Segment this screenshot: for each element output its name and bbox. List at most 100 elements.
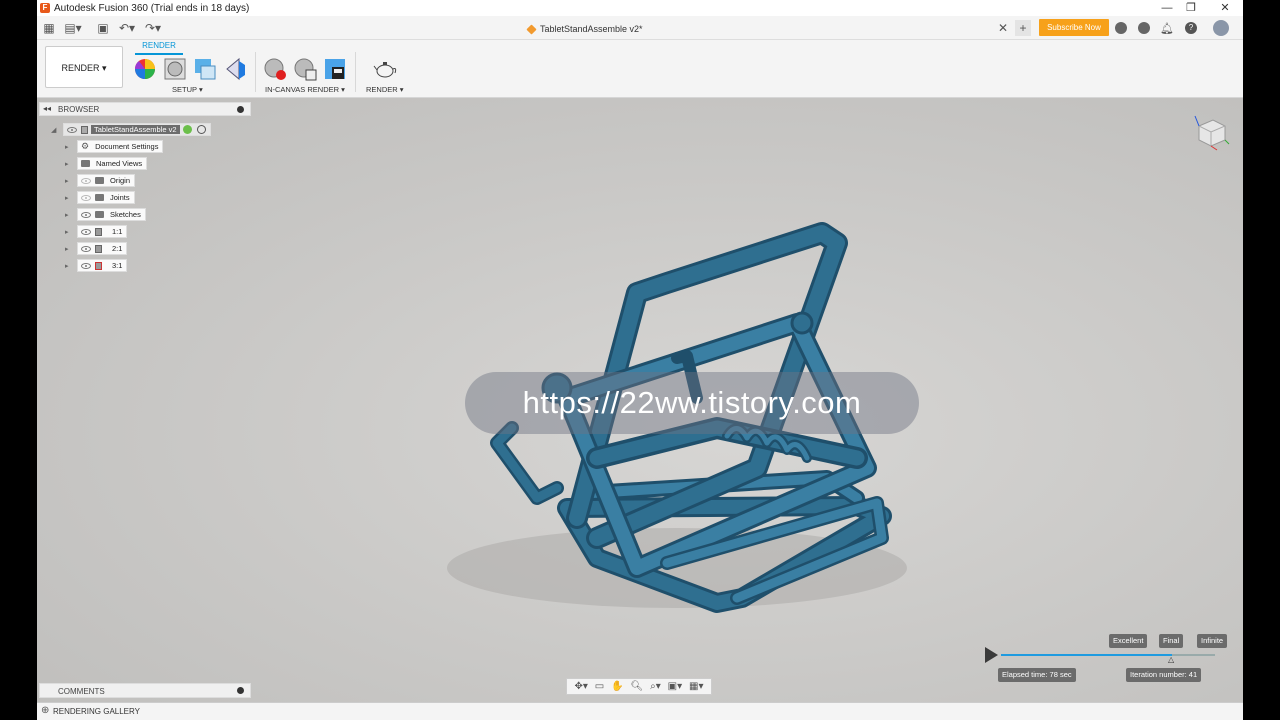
view-cube[interactable] [1191,112,1231,152]
folder-icon [95,211,104,218]
document-tab[interactable]: TabletStandAssemble v2* [526,20,643,38]
chevron-right-icon[interactable]: ▸ [65,211,75,219]
tree-node[interactable]: Joints [77,191,135,204]
collapse-browser-icon[interactable]: ◂◂ [43,104,51,113]
notifications-bell-icon[interactable]: 🔔︎ [1159,20,1175,36]
document-tab-title: TabletStandAssemble v2* [540,24,643,34]
undo-icon[interactable]: ↶▾ [119,20,135,36]
job-status-icon[interactable] [1138,22,1150,34]
browser-item-origin[interactable]: ▸ Origin [65,174,136,187]
browser-item-component-1[interactable]: ▸ 1:1 [65,225,128,238]
fusion-app-icon: F [40,3,50,13]
chevron-right-icon[interactable]: ▸ [65,160,75,168]
fit-zoom-icon[interactable]: ⌕▾ [650,681,661,692]
comments-panel-header[interactable]: COMMENTS [39,683,251,698]
browser-root-row[interactable]: ◢ TabletStandAssemble v2 [51,123,211,136]
display-settings-icon[interactable]: ▣▾ [668,681,682,692]
radio-active-icon[interactable] [196,125,206,134]
tree-node[interactable]: ⚙ Document Settings [77,140,164,153]
tree-label: 3:1 [112,261,123,270]
hidden-eye-icon[interactable] [81,194,91,201]
save-icon[interactable]: ▣ [95,20,111,36]
grid-settings-icon[interactable]: ▦▾ [689,681,703,692]
visibility-eye-icon[interactable] [81,228,91,235]
chevron-right-icon[interactable]: ▸ [65,262,75,270]
tree-node[interactable]: 2:1 [77,242,128,255]
browser-item-document-settings[interactable]: ▸ ⚙ Document Settings [65,140,164,153]
quality-infinite-marker[interactable]: Infinite [1197,634,1228,648]
application-bar: ▦ ▤▾ ▣ ↶▾ ↷▾ TabletStandAssemble v2* ✕ +… [37,16,1243,40]
user-avatar[interactable] [1213,20,1229,36]
chevron-right-icon[interactable]: ▸ [65,228,75,236]
visibility-eye-icon[interactable] [67,126,77,133]
browser-item-component-2[interactable]: ▸ 2:1 [65,242,128,255]
quality-excellent-marker[interactable]: Excellent [1109,634,1148,648]
help-icon[interactable]: ? [1185,22,1197,34]
tree-label: Sketches [110,210,141,219]
rendering-gallery-title: RENDERING GALLERY [53,707,140,716]
capture-image-icon[interactable] [323,57,347,81]
data-panel-grid-icon[interactable]: ▦ [41,20,57,36]
tree-node[interactable]: Sketches [77,208,146,221]
chevron-right-icon[interactable]: ▸ [65,245,75,253]
in-canvas-render-settings-icon[interactable] [293,57,317,81]
rendering-gallery-bar[interactable]: ⊕ RENDERING GALLERY [37,702,1243,720]
setup-group-label[interactable]: SETUP ▾ [172,85,203,94]
close-window-icon[interactable]: ✕ [1213,0,1237,16]
look-at-icon[interactable]: ▭ [595,681,604,692]
pin-panel-icon[interactable] [237,106,244,113]
browser-item-joints[interactable]: ▸ Joints [65,191,135,204]
component-icon [95,244,102,253]
browser-item-named-views[interactable]: ▸ Named Views [65,157,148,170]
workspace-switcher-button[interactable]: RENDER ▾ [45,46,123,88]
visibility-eye-icon[interactable] [81,211,91,218]
new-tab-plus-icon[interactable]: + [1015,20,1031,36]
appearance-icon[interactable] [133,57,157,81]
visibility-eye-icon[interactable] [81,245,91,252]
hidden-eye-icon[interactable] [81,177,91,184]
title-bar: F Autodesk Fusion 360 (Trial ends in 18 … [37,0,1243,16]
ribbon-separator [355,52,356,92]
extensions-icon[interactable] [1115,22,1127,34]
texture-map-icon[interactable] [193,57,217,81]
browser-item-sketches[interactable]: ▸ Sketches [65,208,146,221]
tree-node[interactable]: Named Views [77,157,148,170]
browser-panel-header[interactable]: ◂◂ BROWSER [39,102,251,116]
pan-hand-icon[interactable]: ✋ [611,681,623,692]
scene-settings-icon[interactable] [163,57,187,81]
minimize-icon[interactable]: — [1155,0,1179,16]
in-canvas-render-group-label[interactable]: IN-CANVAS RENDER ▾ [265,85,345,94]
chevron-down-icon[interactable]: ◢ [51,126,61,134]
quality-final-marker[interactable]: Final [1159,634,1184,648]
canvas-viewport[interactable]: https://22ww.tistory.com ◂◂ BROWSER ◢ Ta… [37,98,1243,702]
expand-gallery-icon[interactable]: ⊕ [41,705,49,716]
tree-node[interactable]: Origin [77,174,136,187]
redo-icon[interactable]: ↷▾ [145,20,161,36]
render-group-label[interactable]: RENDER ▾ [366,85,404,94]
render-teapot-icon[interactable] [373,57,397,81]
subscribe-now-button[interactable]: Subscribe Now [1039,19,1109,36]
play-render-icon[interactable] [985,647,998,663]
pin-panel-icon[interactable] [237,687,244,694]
close-tab-icon[interactable]: ✕ [995,20,1011,36]
hinge-joint [790,311,814,335]
chevron-right-icon[interactable]: ▸ [65,177,75,185]
watermark-overlay: https://22ww.tistory.com [465,372,919,434]
ribbon-separator [255,52,256,92]
restore-icon[interactable]: ❐ [1179,0,1203,16]
tree-label: Named Views [96,159,143,168]
zoom-icon[interactable]: 🔍︎ [630,681,643,692]
visibility-eye-icon[interactable] [81,262,91,269]
tree-node[interactable]: 3:1 [77,259,128,272]
chevron-right-icon[interactable]: ▸ [65,194,75,202]
file-menu-icon[interactable]: ▤▾ [64,20,81,36]
activate-component-icon[interactable] [182,125,192,134]
in-canvas-render-icon[interactable] [263,57,287,81]
tab-render[interactable]: RENDER [135,41,183,55]
tree-node[interactable]: 1:1 [77,225,128,238]
orbit-icon[interactable]: ✥▾ [574,681,587,692]
browser-item-component-3[interactable]: ▸ 3:1 [65,259,128,272]
root-component[interactable]: TabletStandAssemble v2 [63,123,211,136]
decal-icon[interactable] [223,57,247,81]
chevron-right-icon[interactable]: ▸ [65,143,75,151]
